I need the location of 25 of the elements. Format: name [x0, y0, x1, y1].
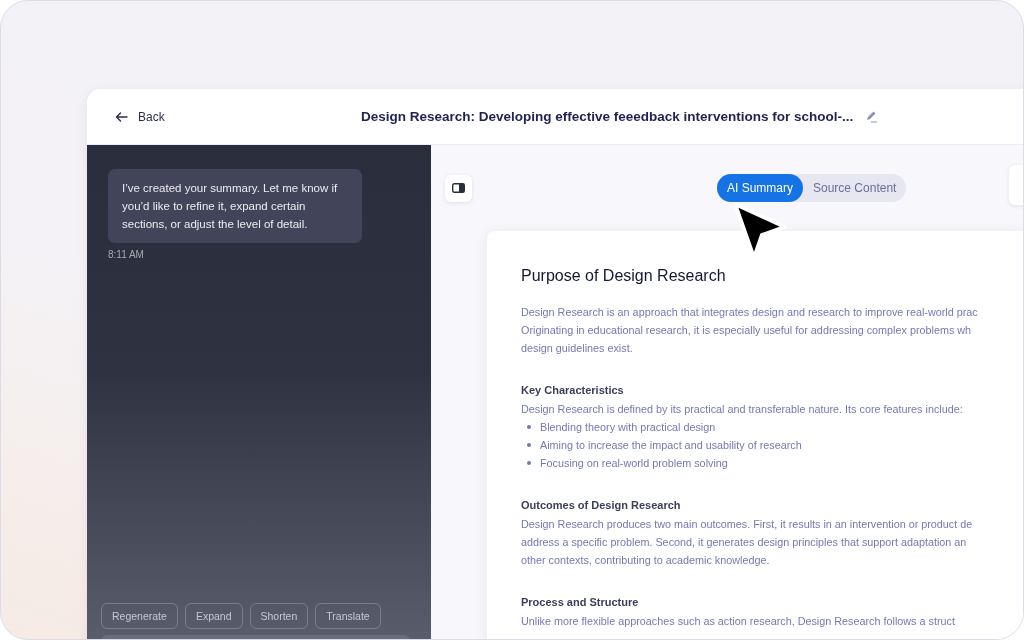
action-chip[interactable]: Translate	[315, 603, 381, 629]
paragraph-line: Design Research produces two main outcomes. First, it results in an intervention or product de	[521, 517, 974, 532]
paragraph-line: address a specific problem. Second, it generates design principles that support adaptation an	[521, 535, 968, 550]
section-heading: Process and Structure	[521, 596, 640, 608]
back-button[interactable]: Back	[115, 109, 165, 124]
paragraph-line: Design Research is defined by its practical and transferable nature. Its core features include:	[521, 402, 964, 417]
bullet-text: Focusing on real-world problem solving	[540, 456, 728, 471]
action-chip[interactable]: Expand	[184, 603, 243, 629]
action-chip[interactable]: Regenerate	[101, 603, 178, 629]
view-tab[interactable]: AI Summary	[717, 174, 803, 202]
bullet-text: Blending theory with practical design	[540, 420, 716, 435]
paragraph-line: Unlike more flexible approaches such as action research, Design Research follows a struct	[521, 614, 956, 629]
bullet-text: Aiming to increase the impact and usability of research	[540, 438, 802, 453]
paragraph-line: design guidelines exist.	[521, 341, 634, 356]
action-chip[interactable]: Shorten	[249, 603, 309, 629]
paragraph-line: other contexts, contributing to academic knowledge.	[521, 553, 771, 568]
paragraph-line: Originating in educational research, it is especially useful for addressing complex problems wh	[521, 323, 973, 338]
document-heading: Purpose of Design Research	[521, 267, 727, 285]
message-time: 8:11 AM	[108, 249, 145, 260]
document-title: Design Research: Developing effective feeedback interventions for school-...	[361, 109, 854, 124]
paragraph-line: Design Research is an approach that integrates design and research to improve real-world prac	[521, 305, 979, 320]
view-tab[interactable]: Source Content	[803, 174, 907, 202]
chat-message: I’ve created your summary. Let me know if you’d like to refine it, expand certain sections, or adjust the level of detail.	[108, 169, 362, 243]
section-heading: Outcomes of Design Research	[521, 499, 682, 511]
section-heading: Key Characteristics	[521, 384, 625, 396]
